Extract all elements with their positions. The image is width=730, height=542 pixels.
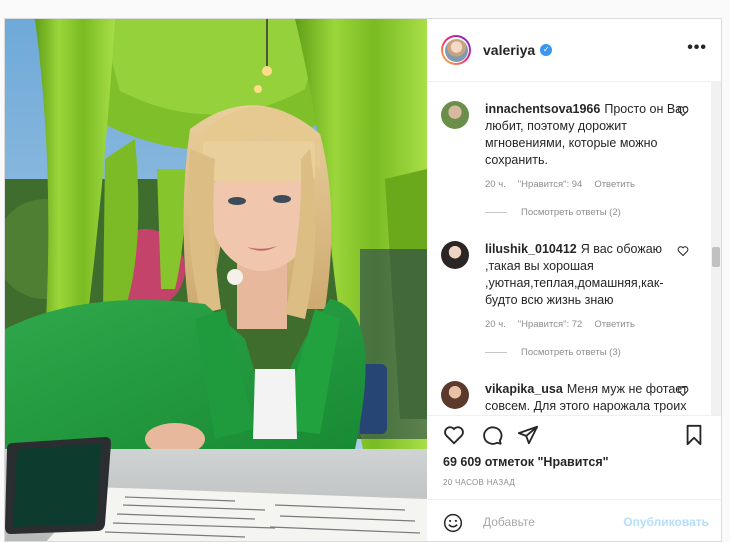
comment-meta: 20 ч. "Нравится": 72 Ответить <box>485 319 687 330</box>
comment-time[interactable]: 20 ч. <box>485 179 506 190</box>
bookmark-icon[interactable] <box>683 424 705 446</box>
comments-scrollbar[interactable] <box>711 81 721 415</box>
comment-item: lilushik_010412 Я вас обожаю ,такая вы хо… <box>441 241 689 358</box>
view-replies-label: Посмотреть ответы (2) <box>521 207 621 218</box>
comment-list: innachentsova1966 Просто он Вас любит, по… <box>427 81 709 415</box>
post-time-ago[interactable]: 20 часов назад <box>443 478 515 487</box>
heart-icon[interactable] <box>677 105 689 117</box>
comment-item: vikapika_usa Меня муж не фотает совсем. Д… <box>441 381 689 415</box>
reply-button[interactable]: Ответить <box>594 179 635 190</box>
heart-icon[interactable] <box>677 385 689 397</box>
avatar[interactable] <box>441 35 471 65</box>
comment-item: innachentsova1966 Просто он Вас любит, по… <box>441 101 689 218</box>
post-card: valeriya ✓ ••• innachentsova1966 Просто о… <box>4 18 722 542</box>
comment-icon[interactable] <box>481 424 503 446</box>
comment-likes[interactable]: "Нравится": 94 <box>518 179 583 190</box>
more-icon[interactable]: ••• <box>687 39 707 57</box>
avatar-image <box>444 38 468 62</box>
avatar-inner <box>443 37 469 63</box>
post-photo-illustration <box>5 19 427 541</box>
comment-avatar[interactable] <box>441 241 469 269</box>
post-photo[interactable] <box>5 19 427 541</box>
comment-meta: 20 ч. "Нравится": 94 Ответить <box>485 179 687 190</box>
verified-icon: ✓ <box>540 44 553 56</box>
post-username[interactable]: valeriya <box>483 42 535 58</box>
likes-count[interactable]: 69 609 отметок "Нравится" <box>443 455 609 469</box>
scrollbar-thumb[interactable] <box>712 247 720 267</box>
comment-likes[interactable]: "Нравится": 72 <box>518 319 583 330</box>
comment-text: lilushik_010412 Я вас обожаю ,такая вы хо… <box>485 241 693 309</box>
publish-button[interactable]: Опубликовать <box>623 515 709 529</box>
comment-username[interactable]: innachentsova1966 <box>485 102 600 116</box>
emoji-icon[interactable] <box>443 513 463 533</box>
heart-icon[interactable] <box>677 245 689 257</box>
add-comment-bar: Опубликовать <box>427 499 721 541</box>
replies-divider <box>485 212 507 213</box>
comment-avatar[interactable] <box>441 101 469 129</box>
post-side-panel: valeriya ✓ ••• innachentsova1966 Просто о… <box>427 19 721 541</box>
comment-username[interactable]: lilushik_010412 <box>485 242 577 256</box>
comment-text: innachentsova1966 Просто он Вас любит, по… <box>485 101 693 169</box>
comment-time[interactable]: 20 ч. <box>485 319 506 330</box>
comment-username[interactable]: vikapika_usa <box>485 382 563 396</box>
comment-text: vikapika_usa Меня муж не фотает совсем. Д… <box>485 381 693 415</box>
comment-input[interactable] <box>481 514 625 530</box>
view-replies-label: Посмотреть ответы (3) <box>521 347 621 358</box>
comment-avatar[interactable] <box>441 381 469 409</box>
replies-divider <box>485 352 507 353</box>
share-icon[interactable] <box>517 424 539 446</box>
view-replies-button[interactable]: Посмотреть ответы (3) <box>485 347 687 358</box>
heart-icon[interactable] <box>443 424 465 446</box>
action-bar <box>427 415 721 456</box>
view-replies-button[interactable]: Посмотреть ответы (2) <box>485 207 687 218</box>
reply-button[interactable]: Ответить <box>594 319 635 330</box>
post-header: valeriya ✓ ••• <box>427 19 721 82</box>
